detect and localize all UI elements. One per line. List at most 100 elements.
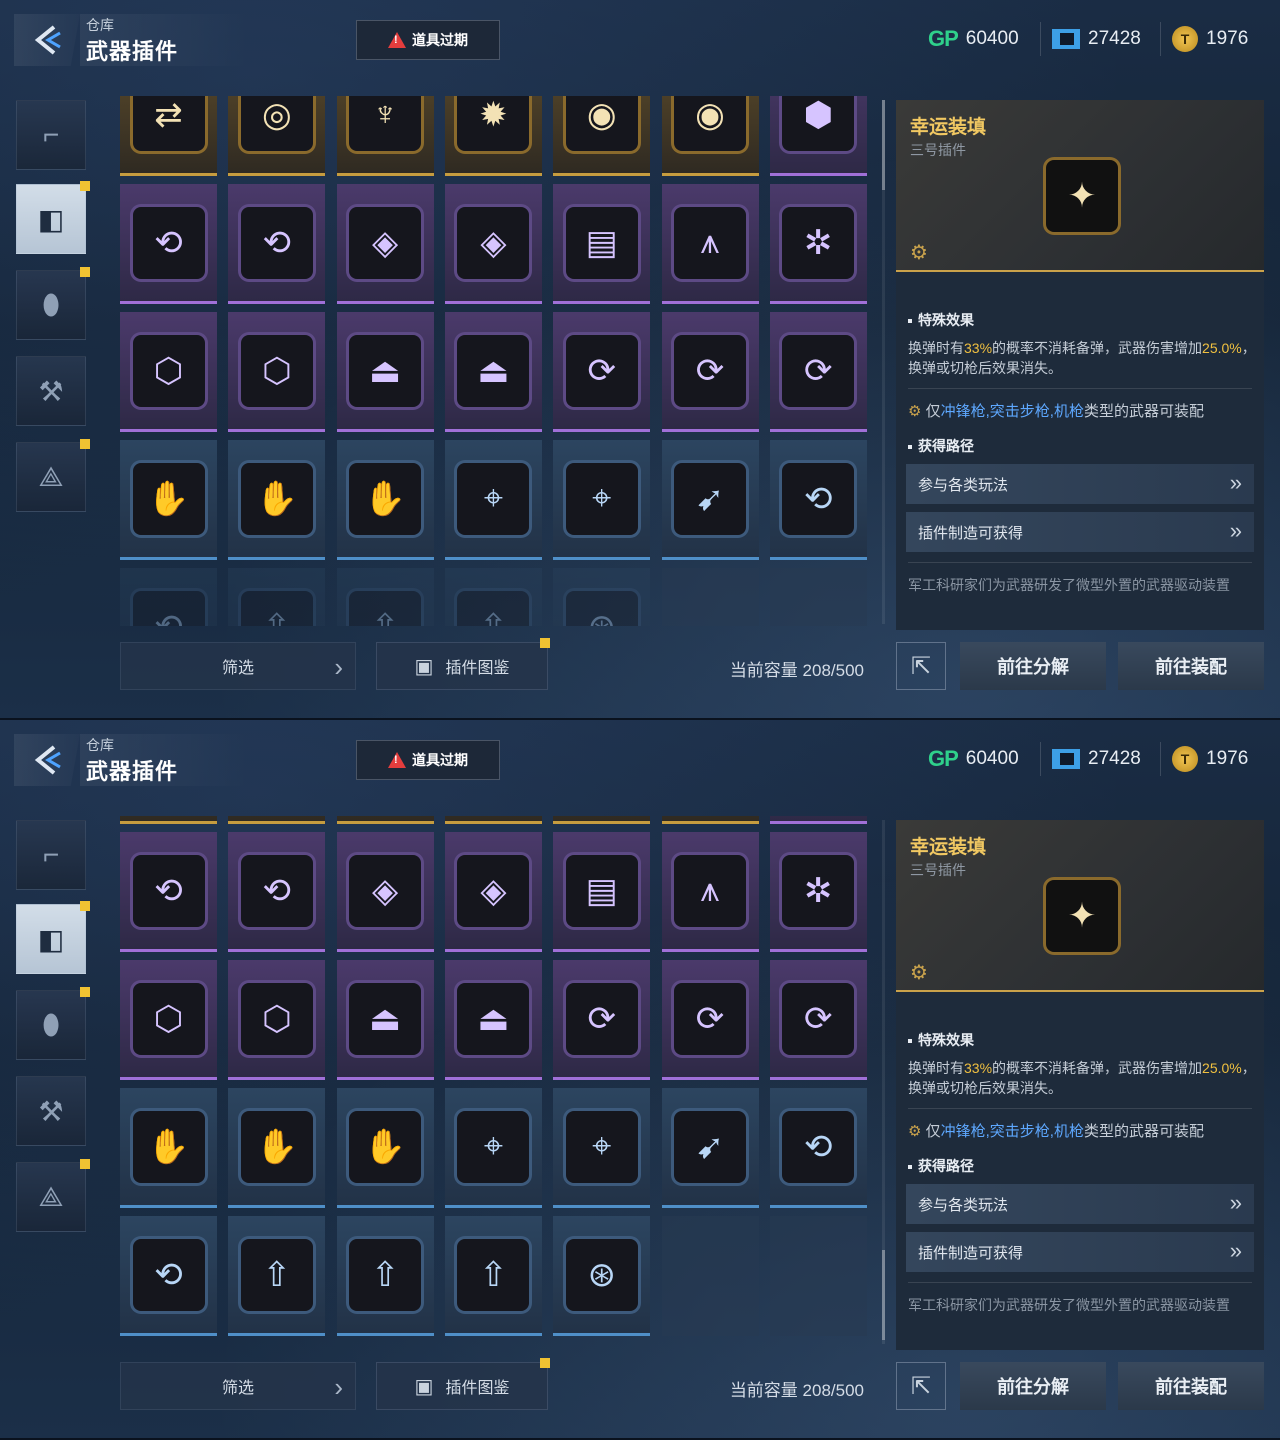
filter-button[interactable]: 筛选 › <box>120 642 356 690</box>
plugin-tile[interactable]: ⩚ <box>661 184 759 304</box>
plugin-tile[interactable]: ⬡ <box>228 960 326 1080</box>
filter-button[interactable]: 筛选 › <box>120 1362 356 1410</box>
equip-button[interactable]: 前往装配 <box>1118 1362 1264 1410</box>
scroll-thumb[interactable] <box>882 100 885 190</box>
plugin-tile[interactable]: ⟲ <box>228 832 326 952</box>
plugin-tile[interactable]: ⩚ <box>661 832 759 952</box>
plugin-tile[interactable]: ⇧ <box>336 568 434 626</box>
plugin-catalog-button[interactable]: ▣ 插件图鉴 <box>376 1358 550 1410</box>
side-tab-plugin[interactable]: ◧ <box>16 181 90 254</box>
side-tab-pistol[interactable]: ⌐ <box>16 820 86 890</box>
plugin-tile[interactable] <box>769 816 867 824</box>
plugin-tile[interactable]: ⌖ <box>444 440 542 560</box>
plugin-tile[interactable]: ⟲ <box>120 184 217 304</box>
route-gameplay-button[interactable]: 参与各类玩法 » <box>906 464 1254 504</box>
plugin-tile[interactable] <box>120 816 217 824</box>
plugin-tile[interactable]: ◈ <box>444 184 542 304</box>
share-button[interactable]: ⇱ <box>896 642 946 690</box>
plugin-tile[interactable]: ⬡ <box>228 312 326 432</box>
plugin-tile[interactable]: ⟳ <box>769 960 867 1080</box>
plugin-tile[interactable]: ⇧ <box>336 1216 434 1336</box>
side-tab-grenade[interactable]: ⬮ <box>16 987 90 1060</box>
plugin-tile[interactable]: ⟳ <box>769 312 867 432</box>
side-tab-pistol[interactable]: ⌐ <box>16 100 86 170</box>
back-button[interactable] <box>14 14 80 66</box>
route-gameplay-button[interactable]: 参与各类玩法 » <box>906 1184 1254 1224</box>
plugin-tile[interactable]: ⟲ <box>769 440 867 560</box>
plugin-tile[interactable]: ⟲ <box>120 1216 217 1336</box>
plugin-tile[interactable] <box>336 816 434 824</box>
plugin-tile[interactable]: ⇧ <box>228 1216 326 1336</box>
plugin-tile[interactable]: ⌖ <box>444 1088 542 1208</box>
plugin-tile[interactable]: ⟲ <box>228 184 326 304</box>
decompose-button[interactable]: 前往分解 <box>960 1362 1106 1410</box>
plugin-tile[interactable]: ⬢ <box>769 96 867 176</box>
side-tab-blueprint[interactable]: ⟁ <box>16 439 90 512</box>
plugin-tile[interactable]: ✹ <box>444 96 542 176</box>
side-tab-weapon-mod[interactable]: ⚒ <box>16 1076 86 1146</box>
plugin-tile[interactable]: ◉ <box>661 96 759 176</box>
plugin-tile[interactable] <box>228 816 326 824</box>
plugin-tile[interactable]: ⊛ <box>553 568 651 626</box>
plugin-tile[interactable]: ⌖ <box>553 440 651 560</box>
plugin-icon: ⇄ <box>132 96 205 151</box>
plugin-tile[interactable]: ⇧ <box>444 1216 542 1336</box>
plugin-tile[interactable]: ✋ <box>336 440 434 560</box>
grid-scrollbar[interactable] <box>882 100 885 624</box>
grid-scrollbar[interactable] <box>882 820 885 1344</box>
scroll-thumb[interactable] <box>882 1250 885 1340</box>
plugin-tile[interactable] <box>553 816 651 824</box>
plugin-tile[interactable]: ⊛ <box>553 1216 651 1336</box>
plugin-tile[interactable]: ⏏ <box>444 312 542 432</box>
plugin-tile[interactable]: ⟳ <box>661 312 759 432</box>
plugin-tile[interactable]: ✋ <box>120 1088 217 1208</box>
side-tab-plugin[interactable]: ◧ <box>16 901 90 974</box>
plugin-tile[interactable]: ⌖ <box>553 1088 651 1208</box>
plugin-tile[interactable]: ⟳ <box>553 312 651 432</box>
plugin-tile[interactable]: ⏏ <box>444 960 542 1080</box>
plugin-tile[interactable]: ♆ <box>336 96 434 176</box>
plugin-tile[interactable]: ⟲ <box>120 568 217 626</box>
plugin-tile[interactable]: ◈ <box>336 184 434 304</box>
plugin-tile[interactable]: ⇧ <box>444 568 542 626</box>
back-button[interactable] <box>14 734 80 786</box>
item-expire-button[interactable]: 道具过期 <box>356 740 500 780</box>
plugin-tile[interactable]: ⟳ <box>553 960 651 1080</box>
side-tab-blueprint[interactable]: ⟁ <box>16 1159 90 1232</box>
plugin-tile[interactable]: ⇧ <box>228 568 326 626</box>
plugin-tile[interactable]: ⏏ <box>336 960 434 1080</box>
plugin-tile[interactable]: ⬡ <box>120 960 217 1080</box>
plugin-tile[interactable]: ▤ <box>553 832 651 952</box>
route-crafting-button[interactable]: 插件制造可获得 » <box>906 1232 1254 1272</box>
plugin-tile[interactable]: ⬡ <box>120 312 217 432</box>
plugin-tile[interactable]: ◉ <box>553 96 651 176</box>
plugin-tile[interactable]: ⟲ <box>769 1088 867 1208</box>
side-tab-grenade[interactable]: ⬮ <box>16 267 90 340</box>
equip-button[interactable]: 前往装配 <box>1118 642 1264 690</box>
plugin-tile[interactable]: ✲ <box>769 832 867 952</box>
plugin-tile[interactable]: ⇄ <box>120 96 217 176</box>
plugin-tile[interactable]: ➹ <box>661 1088 759 1208</box>
plugin-tile[interactable]: ◈ <box>444 832 542 952</box>
plugin-tile[interactable]: ✋ <box>336 1088 434 1208</box>
item-expire-button[interactable]: 道具过期 <box>356 20 500 60</box>
plugin-tile[interactable]: ◎ <box>228 96 326 176</box>
plugin-catalog-button[interactable]: ▣ 插件图鉴 <box>376 638 550 690</box>
share-button[interactable]: ⇱ <box>896 1362 946 1410</box>
plugin-tile[interactable]: ✋ <box>228 1088 326 1208</box>
plugin-tile[interactable]: ✋ <box>120 440 217 560</box>
plugin-tile[interactable]: ⟳ <box>661 960 759 1080</box>
page-title: 武器插件 <box>86 39 179 64</box>
side-tab-weapon-mod[interactable]: ⚒ <box>16 356 86 426</box>
plugin-tile[interactable] <box>661 816 759 824</box>
plugin-tile[interactable]: ✋ <box>228 440 326 560</box>
plugin-tile[interactable]: ⏏ <box>336 312 434 432</box>
plugin-tile[interactable]: ⟲ <box>120 832 217 952</box>
plugin-tile[interactable]: ▤ <box>553 184 651 304</box>
plugin-tile[interactable] <box>444 816 542 824</box>
plugin-tile[interactable]: ◈ <box>336 832 434 952</box>
decompose-button[interactable]: 前往分解 <box>960 642 1106 690</box>
plugin-tile[interactable]: ➹ <box>661 440 759 560</box>
route-crafting-button[interactable]: 插件制造可获得 » <box>906 512 1254 552</box>
plugin-tile[interactable]: ✲ <box>769 184 867 304</box>
